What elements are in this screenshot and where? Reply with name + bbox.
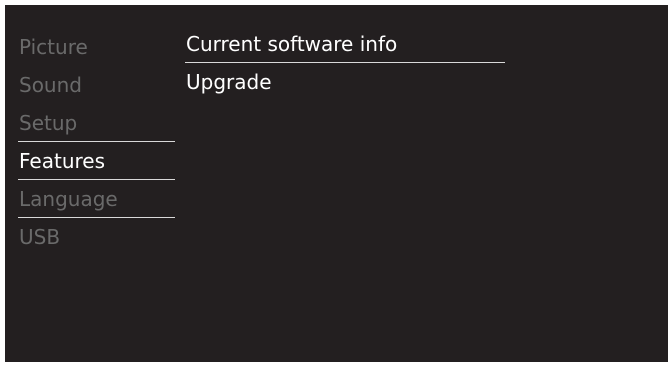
menu-item-label: Language	[19, 187, 118, 211]
submenu-item-current-software-info[interactable]: Current software info	[185, 25, 505, 63]
submenu-item-label: Current software info	[186, 32, 398, 56]
menu-item-label: USB	[19, 225, 61, 249]
menu-item-picture[interactable]: Picture	[18, 28, 175, 66]
features-submenu: Current software info Upgrade	[185, 25, 505, 101]
menu-item-features[interactable]: Features	[18, 142, 175, 180]
menu-item-usb[interactable]: USB	[18, 218, 175, 256]
tv-menu-screen: Picture Sound Setup Features Language US…	[5, 5, 668, 362]
menu-item-language[interactable]: Language	[18, 180, 175, 218]
submenu-item-upgrade[interactable]: Upgrade	[185, 63, 505, 101]
menu-item-sound[interactable]: Sound	[18, 66, 175, 104]
menu-item-label: Picture	[19, 35, 88, 59]
submenu-item-label: Upgrade	[186, 70, 272, 94]
main-menu: Picture Sound Setup Features Language US…	[18, 28, 175, 256]
menu-item-setup[interactable]: Setup	[18, 104, 175, 142]
menu-item-label: Sound	[19, 73, 82, 97]
menu-item-label: Setup	[19, 111, 78, 135]
menu-item-label: Features	[19, 149, 105, 173]
